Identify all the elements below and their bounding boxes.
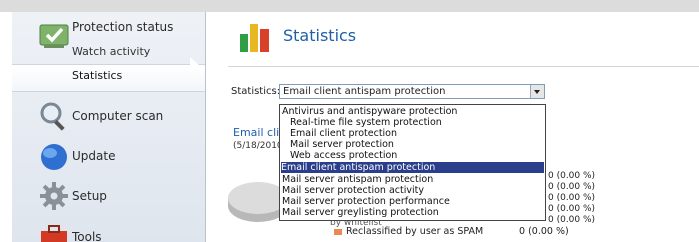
sidebar: Protection status Watch activity Statist… <box>12 12 206 242</box>
stat-value-1: 0 (0.00 %) <box>548 171 596 181</box>
title-divider <box>228 66 699 67</box>
stat-value-3: 0 (0.00 %) <box>548 193 596 203</box>
sidebar-item-protection-status[interactable]: Protection status <box>72 20 173 34</box>
stat-value-4: 0 (0.00 %) <box>548 204 596 214</box>
sidebar-item-computer-scan[interactable]: Computer scan <box>72 109 163 123</box>
stat-row-reclassified: Reclassified by user as SPAM <box>334 226 483 237</box>
stat-value-5: 0 (0.00 %) <box>548 215 596 225</box>
sidebar-item-statistics[interactable]: Statistics <box>72 69 122 82</box>
statistics-select-value: Email client antispam protection <box>283 86 446 97</box>
toolbox-icon <box>41 225 67 242</box>
gear-icon <box>40 182 68 210</box>
legend-swatch <box>334 228 342 235</box>
window-top-band <box>0 0 699 12</box>
dropdown-option-selected[interactable]: Email client antispam protection <box>281 162 544 173</box>
stat-row-value: 0 (0.00 %) <box>519 226 569 237</box>
dropdown-option[interactable]: Mail server antispam protection <box>282 174 433 185</box>
sidebar-selection-notch <box>190 57 199 73</box>
page-title: Statistics <box>283 26 357 45</box>
statistics-dropdown-list: Antivirus and antispyware protection Rea… <box>279 104 546 221</box>
globe-icon <box>41 144 67 170</box>
statistics-label: Statistics: <box>231 86 281 97</box>
section-title: Email clie <box>233 126 286 139</box>
dropdown-option[interactable]: Web access protection <box>290 150 397 161</box>
statistics-select[interactable]: Email client antispam protection <box>279 84 545 99</box>
protection-status-icon <box>39 24 69 48</box>
dropdown-option[interactable]: Mail server greylisting protection <box>282 207 439 218</box>
dropdown-option[interactable]: Email client protection <box>290 128 397 139</box>
sidebar-item-update[interactable]: Update <box>72 149 115 163</box>
dropdown-option[interactable]: Real-time file system protection <box>290 117 442 128</box>
dropdown-option[interactable]: Mail server protection <box>290 139 394 150</box>
magnifier-icon <box>40 102 65 131</box>
stat-row-label: Reclassified by user as SPAM <box>346 226 484 237</box>
dropdown-arrow-icon[interactable] <box>530 85 544 98</box>
sidebar-item-watch-activity[interactable]: Watch activity <box>72 45 150 58</box>
dropdown-option[interactable]: Mail server protection activity <box>282 185 424 196</box>
sidebar-item-setup[interactable]: Setup <box>72 189 107 203</box>
stat-value-2: 0 (0.00 %) <box>548 182 596 192</box>
dropdown-option[interactable]: Mail server protection performance <box>282 196 450 207</box>
dropdown-option[interactable]: Antivirus and antispyware protection <box>282 106 457 117</box>
sidebar-item-tools[interactable]: Tools <box>72 230 102 242</box>
section-date: (5/18/2010 <box>233 141 283 151</box>
bar-chart-icon <box>240 24 269 52</box>
